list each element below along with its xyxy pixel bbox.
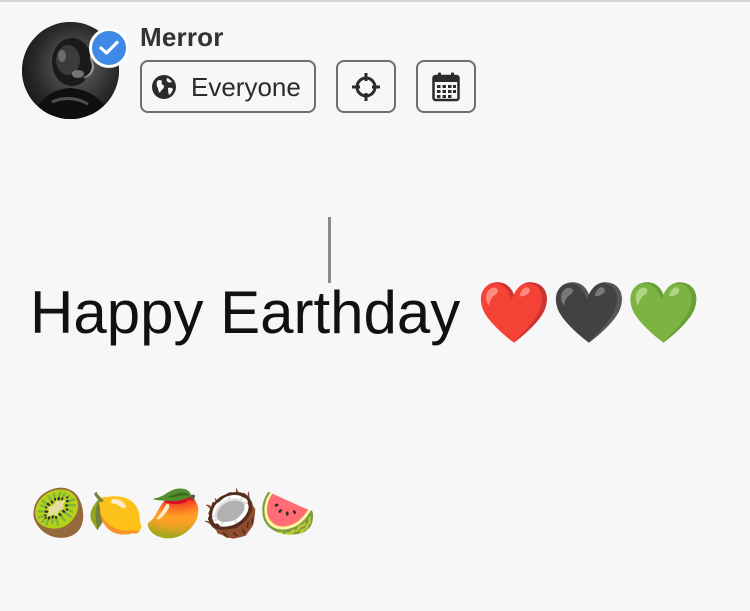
location-button[interactable] [336, 60, 396, 113]
crosshair-icon [352, 72, 380, 101]
avatar-container[interactable] [22, 22, 129, 119]
username: Merror [140, 22, 224, 52]
post-text-line-1: Happy Earthday ❤️🖤💚 [30, 279, 702, 346]
post-text-line-2: 🥝🍋🥭🥥🍉 [30, 487, 317, 539]
globe-icon [152, 74, 176, 99]
top-divider [0, 0, 750, 2]
text-cursor [328, 217, 331, 283]
verified-badge [89, 28, 129, 68]
post-composer-text[interactable]: Happy Earthday ❤️🖤💚 🥝🍋🥭🥥🍉 [30, 143, 730, 611]
audience-label: Everyone [191, 71, 301, 102]
audience-selector-button[interactable]: Everyone [140, 60, 316, 113]
schedule-button[interactable] [416, 60, 476, 113]
calendar-icon [432, 72, 460, 101]
checkmark-icon [99, 40, 119, 55]
